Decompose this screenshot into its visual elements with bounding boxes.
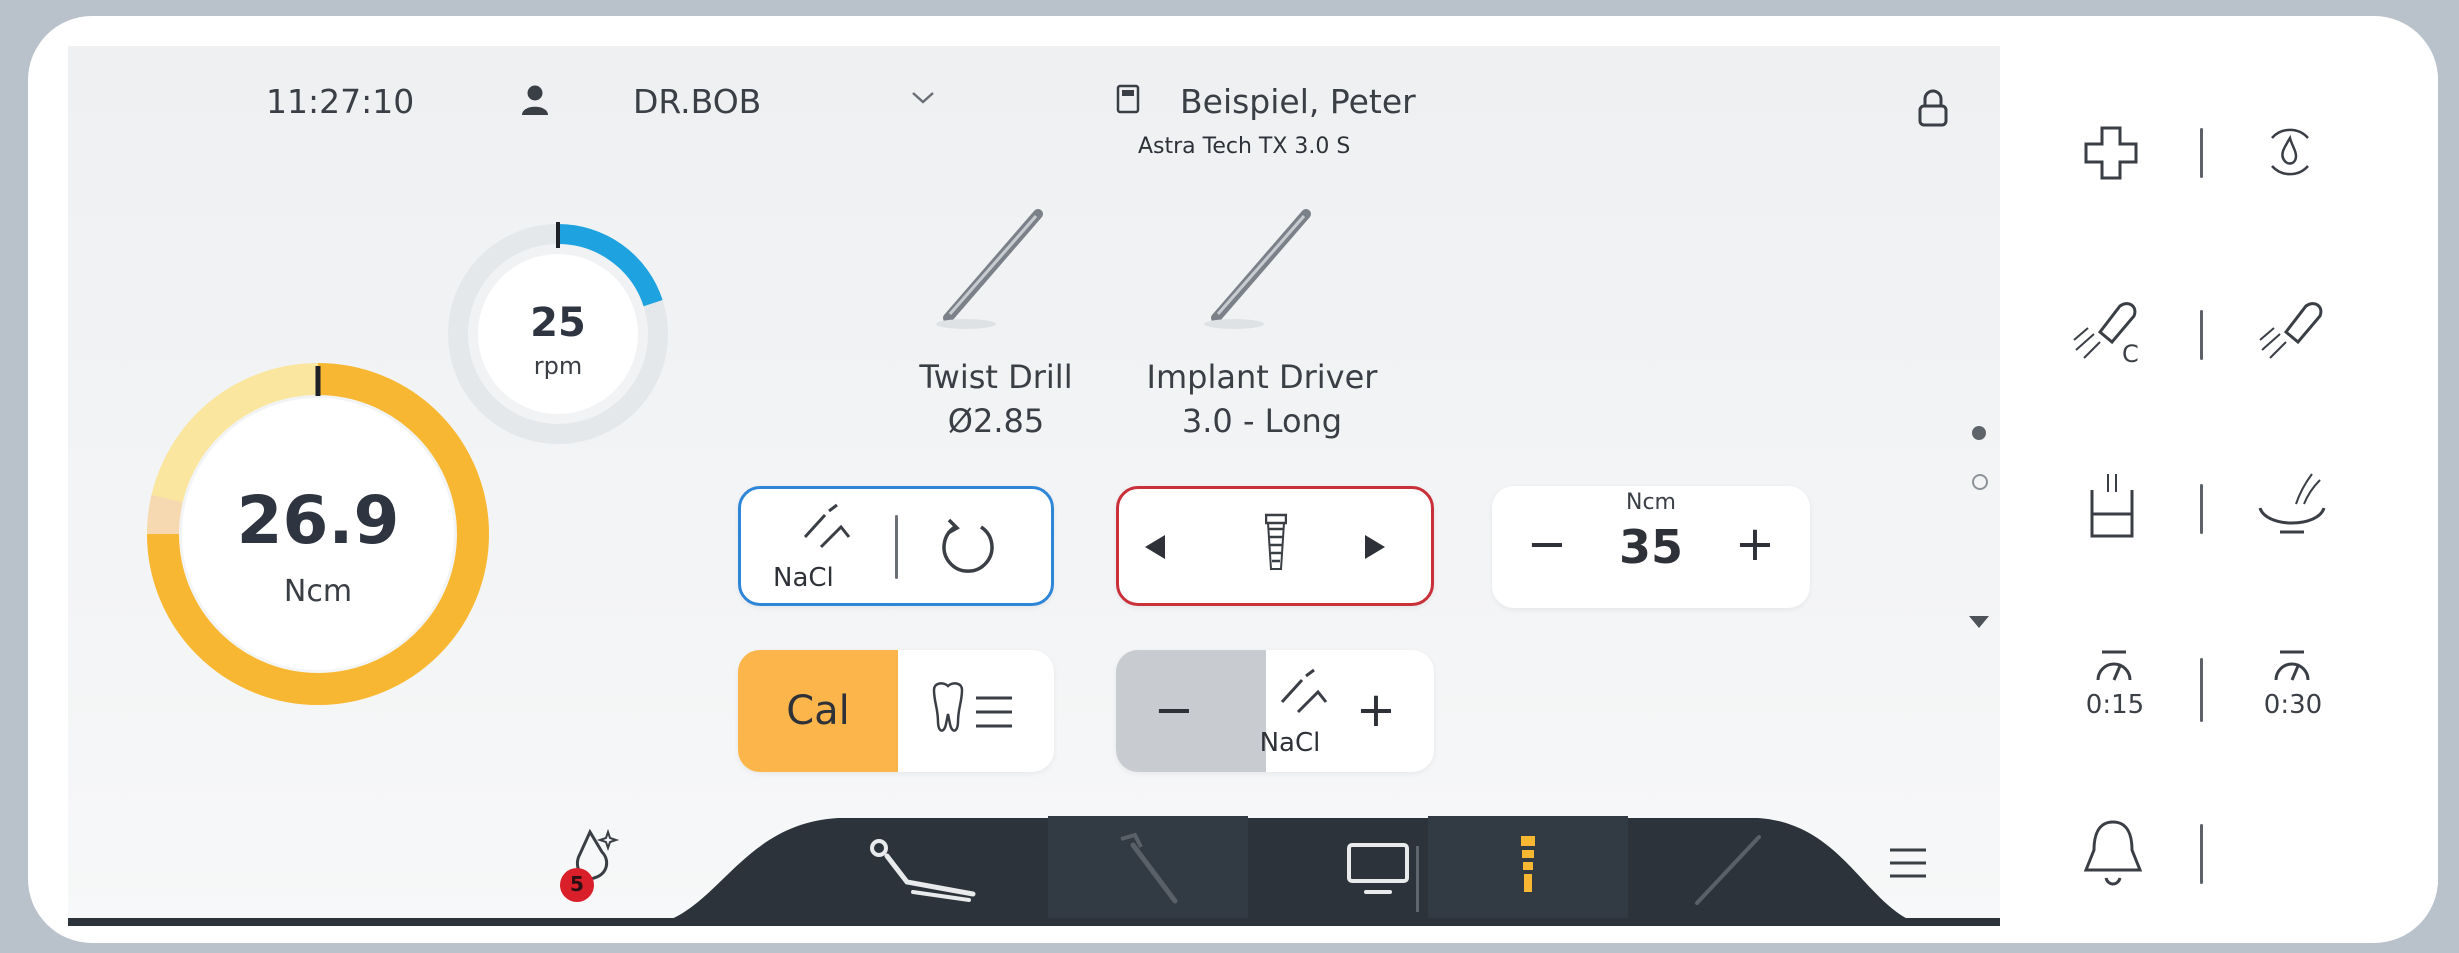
timer-15-icon[interactable] xyxy=(2094,650,2134,686)
rotation-icon[interactable] xyxy=(937,517,999,583)
speed-value: 25 xyxy=(530,300,586,346)
divider xyxy=(2200,310,2203,360)
torque-limit-unit: Ncm xyxy=(1626,490,1676,515)
nav-handpiece[interactable] xyxy=(1048,816,1248,926)
tooth-list-icon[interactable] xyxy=(928,680,1024,748)
light-c-icon[interactable]: C xyxy=(2070,296,2150,370)
user-name[interactable]: DR.BOB xyxy=(633,82,761,121)
implant-icon xyxy=(1264,513,1288,577)
water-drop-cycle-icon[interactable] xyxy=(2262,124,2318,184)
torque-limit-value: 35 xyxy=(1618,520,1683,574)
light-icon[interactable] xyxy=(2256,296,2326,370)
torque-value: 26.9 xyxy=(236,482,400,559)
calibration-label: Cal xyxy=(786,688,850,734)
dental-chair-icon xyxy=(863,834,983,908)
side-panel: C 0:15 0:30 xyxy=(2000,46,2438,926)
implant-system-label: Astra Tech TX 3.0 S xyxy=(1138,134,1351,159)
page-dot-active[interactable] xyxy=(1972,426,1986,440)
coolant-flow-increase-button[interactable]: + xyxy=(1346,682,1406,738)
nav-chair[interactable] xyxy=(798,816,1048,926)
speed-unit: rpm xyxy=(533,352,583,380)
divider xyxy=(895,515,898,579)
torque-limit-stepper: Ncm − 35 + xyxy=(1492,486,1810,608)
coolant-spray-icon xyxy=(1276,668,1328,722)
implant-driver-name: Implant Driver xyxy=(1146,358,1378,396)
divider xyxy=(2200,658,2203,722)
clock: 11:27:10 xyxy=(266,82,415,121)
coolant-label: NaCl xyxy=(773,563,834,593)
coolant-flow-label: NaCl xyxy=(1259,728,1321,758)
twist-drill-name: Twist Drill xyxy=(919,358,1073,396)
coolant-flow-stepper: − NaCl + xyxy=(1116,650,1434,772)
timer-30-label: 0:30 xyxy=(2263,690,2323,720)
scroll-down-arrow-icon[interactable] xyxy=(1968,614,1990,634)
nav-drill[interactable] xyxy=(1628,816,1828,926)
monitor-icon xyxy=(1346,842,1410,900)
torque-limit-decrease-button[interactable]: − xyxy=(1522,516,1572,572)
timer-30-icon[interactable] xyxy=(2272,650,2312,686)
patient-icon xyxy=(1116,84,1140,118)
first-aid-cross-icon[interactable] xyxy=(2082,124,2140,186)
implant-driver-detail: 3.0 - Long xyxy=(1181,402,1343,440)
screen-bottom-edge xyxy=(68,918,2000,926)
drill-icon xyxy=(1691,831,1765,911)
nav-divider xyxy=(1416,846,1419,912)
bell-icon[interactable] xyxy=(2080,816,2146,892)
calibration-control: Cal xyxy=(738,650,1054,772)
bowl-rinse-icon[interactable] xyxy=(2256,470,2328,540)
cup-fill-icon[interactable] xyxy=(2086,470,2138,544)
torque-limit-increase-button[interactable]: + xyxy=(1730,516,1780,572)
notification-count: 5 xyxy=(570,872,584,896)
coolant-spray-icon[interactable] xyxy=(799,503,851,557)
torque-unit: Ncm xyxy=(283,574,353,609)
patient-name[interactable]: Beispiel, Peter xyxy=(1180,82,1416,121)
implant-icon xyxy=(1518,834,1538,908)
handpiece-icon xyxy=(1113,831,1183,911)
chevron-down-icon[interactable] xyxy=(910,90,936,110)
nav-implant[interactable] xyxy=(1428,816,1628,926)
twist-drill-detail: Ø2.85 xyxy=(947,402,1045,440)
menu-icon[interactable] xyxy=(1888,846,1928,884)
coolant-flow-decrease-button[interactable]: − xyxy=(1144,682,1204,738)
bottom-nav xyxy=(648,816,1928,926)
svg-text:C: C xyxy=(2122,340,2139,366)
implant-driver-image xyxy=(1194,196,1324,340)
device-frame: 11:27:10 DR.BOB Beispiel, Peter Astra Te… xyxy=(28,16,2438,943)
page-dot-inactive[interactable] xyxy=(1972,474,1988,490)
user-icon xyxy=(520,84,550,120)
divider xyxy=(2200,128,2203,178)
direction-control xyxy=(1116,486,1434,606)
arrow-left-icon[interactable] xyxy=(1143,533,1167,565)
arrow-right-icon[interactable] xyxy=(1363,533,1387,565)
main-screen: 11:27:10 DR.BOB Beispiel, Peter Astra Te… xyxy=(68,46,2000,926)
twist-drill-image xyxy=(926,196,1056,340)
divider xyxy=(2200,824,2203,884)
coolant-rotation-control: NaCl xyxy=(738,486,1054,606)
lock-icon[interactable] xyxy=(1916,88,1950,132)
timer-15-label: 0:15 xyxy=(2085,690,2145,720)
divider xyxy=(2200,484,2203,534)
